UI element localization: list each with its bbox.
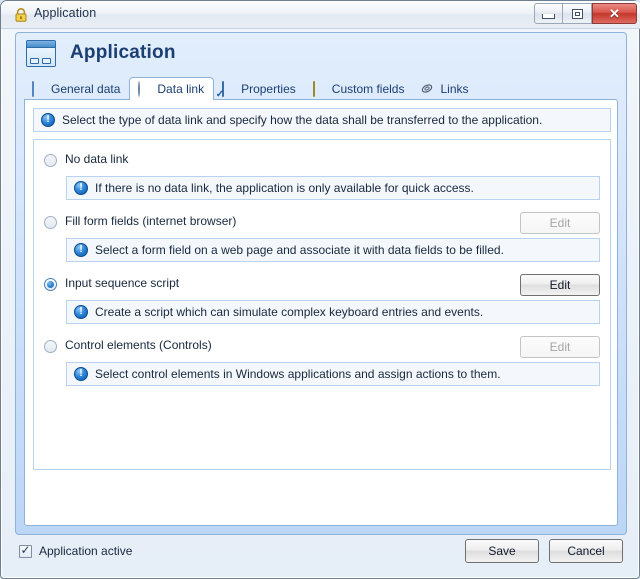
option-label: Input sequence script: [65, 276, 180, 290]
gear-icon: [138, 81, 152, 97]
application-window-icon: [26, 40, 56, 67]
radio-control-elements[interactable]: [44, 340, 57, 353]
info-icon: [74, 243, 88, 257]
info-icon: [74, 305, 88, 319]
page-header: Application: [16, 33, 626, 75]
radio-no-data-link[interactable]: [44, 154, 57, 167]
tab-label: General data: [51, 81, 121, 96]
icon-titlebar: [27, 41, 55, 48]
minimize-icon: [542, 13, 555, 19]
data-link-options-group: No data link If there is no data link, t…: [33, 139, 611, 470]
tab-data-link[interactable]: Data link: [129, 77, 215, 100]
top-info-bar: Select the type of data link and specify…: [33, 108, 611, 132]
option-info-bar: Select control elements in Windows appli…: [66, 362, 600, 386]
data-link-tab-page: Select the type of data link and specify…: [24, 99, 618, 526]
option-label: Fill form fields (internet browser): [65, 214, 237, 228]
option-input-sequence-script: Input sequence script Edit Create a scri…: [34, 274, 610, 324]
option-row[interactable]: No data link: [34, 150, 610, 172]
application-active-label: Application active: [39, 544, 133, 558]
info-icon: [41, 113, 55, 127]
option-row[interactable]: Control elements (Controls) Edit: [34, 336, 610, 358]
cancel-button[interactable]: Cancel: [549, 539, 623, 563]
maximize-button[interactable]: [563, 3, 592, 24]
tab-label: Links: [440, 81, 469, 96]
dialog-buttons: Save Cancel: [465, 539, 623, 563]
option-info-text: Select control elements in Windows appli…: [95, 367, 501, 381]
window-title: Application: [34, 6, 97, 20]
option-label: Control elements (Controls): [65, 338, 212, 352]
close-button[interactable]: ✕: [592, 3, 637, 24]
radio-input-sequence-script[interactable]: [44, 278, 57, 291]
paperclip-icon: [421, 82, 435, 96]
application-active-checkbox-row[interactable]: Application active: [19, 543, 133, 558]
lock-icon: [13, 7, 29, 23]
close-icon: ✕: [609, 6, 620, 21]
tab-label: Custom fields: [331, 81, 405, 96]
option-control-elements: Control elements (Controls) Edit Select …: [34, 336, 610, 386]
option-info-text: Create a script which can simulate compl…: [95, 305, 484, 319]
maximize-icon: [571, 8, 583, 19]
tab-label: Data link: [157, 82, 205, 96]
option-no-data-link: No data link If there is no data link, t…: [34, 150, 610, 200]
option-row[interactable]: Fill form fields (internet browser) Edit: [34, 212, 610, 234]
option-info-bar: Create a script which can simulate compl…: [66, 300, 600, 324]
tab-label: Properties: [241, 81, 296, 96]
title-bar: Application ✕: [1, 1, 640, 29]
properties-icon: [222, 80, 236, 97]
minimize-button[interactable]: [534, 3, 563, 24]
icon-body: [27, 48, 55, 66]
radio-fill-form-fields[interactable]: [44, 216, 57, 229]
dialog-body-panel: Application General data Data link Prope…: [15, 32, 627, 535]
window-controls: ✕: [534, 3, 637, 24]
list-icon: [312, 80, 327, 97]
edit-button-control-elements[interactable]: Edit: [520, 336, 600, 358]
icon-button-left: [30, 58, 39, 64]
info-icon: [74, 181, 88, 195]
info-icon: [74, 367, 88, 381]
icon-button-right: [42, 58, 51, 64]
tab-links[interactable]: Links: [413, 78, 477, 99]
application-active-checkbox[interactable]: [19, 543, 32, 558]
tab-general-data[interactable]: General data: [24, 78, 129, 99]
tab-properties[interactable]: Properties: [214, 78, 305, 99]
tab-strip: General data Data link Properties Custom…: [16, 77, 626, 100]
tab-custom-fields[interactable]: Custom fields: [305, 78, 414, 99]
option-fill-form-fields: Fill form fields (internet browser) Edit…: [34, 212, 610, 262]
save-button[interactable]: Save: [465, 539, 539, 563]
option-info-bar: If there is no data link, the applicatio…: [66, 176, 600, 200]
top-info-text: Select the type of data link and specify…: [62, 113, 543, 127]
option-label: No data link: [65, 152, 129, 166]
page-title: Application: [70, 42, 176, 63]
option-info-text: If there is no data link, the applicatio…: [95, 181, 474, 195]
option-info-bar: Select a form field on a web page and as…: [66, 238, 600, 262]
document-icon: [32, 80, 46, 97]
application-dialog-window: Application ✕ Application General data D…: [0, 0, 640, 579]
option-info-text: Select a form field on a web page and as…: [95, 243, 504, 257]
edit-button-input-sequence-script[interactable]: Edit: [520, 274, 600, 296]
edit-button-fill-form-fields[interactable]: Edit: [520, 212, 600, 234]
option-row[interactable]: Input sequence script Edit: [34, 274, 610, 296]
